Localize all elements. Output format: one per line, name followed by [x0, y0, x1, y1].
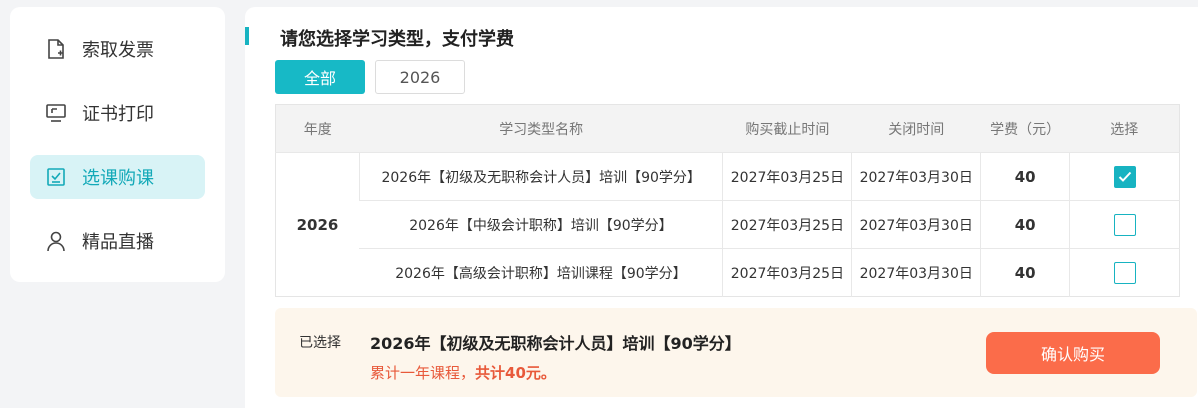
select-cell [1069, 152, 1180, 201]
sidebar-item-certificate-print[interactable]: 证书打印 [30, 91, 205, 135]
header-select: 选择 [1069, 104, 1180, 153]
sidebar-item-label: 证书打印 [82, 104, 154, 125]
deadline-cell: 2027年03月25日 [722, 152, 852, 201]
course-checkbox[interactable] [1113, 165, 1136, 188]
header-year: 年度 [275, 104, 360, 153]
course-name: 2026年【中级会计职称】培训【90学分】 [359, 200, 723, 249]
select-cell [1069, 200, 1180, 249]
header-name: 学习类型名称 [359, 104, 723, 153]
tab-all[interactable]: 全部 [275, 60, 365, 94]
select-cell [1069, 248, 1180, 297]
table-row[interactable]: 2026年【中级会计职称】培训【90学分】 2027年03月25日 2027年0… [276, 200, 1180, 249]
course-name: 2026年【初级及无职称会计人员】培训【90学分】 [358, 152, 723, 201]
sidebar-item-label: 精品直播 [82, 232, 154, 253]
selected-label: 已选择 [299, 335, 341, 351]
sidebar-item-course-select[interactable]: 选课购课 [30, 155, 205, 199]
course-checkbox[interactable] [1113, 213, 1136, 236]
course-select-icon [44, 165, 68, 189]
fee-cell: 40 [980, 200, 1070, 249]
confirm-purchase-button[interactable]: 确认购买 [986, 332, 1160, 374]
total-amount: 共计40元。 [475, 364, 556, 382]
title-accent-bar [245, 27, 249, 45]
filter-tabs: 全部 2026 [275, 60, 465, 94]
header-close: 关闭时间 [851, 104, 981, 153]
fee-cell: 40 [980, 152, 1070, 201]
checkmark-icon [1118, 171, 1131, 182]
header-deadline: 购买截止时间 [722, 104, 852, 153]
course-name: 2026年【高级会计职称】培训课程【90学分】 [359, 248, 723, 297]
close-cell: 2027年03月30日 [851, 248, 981, 297]
user-icon [44, 229, 68, 253]
sidebar-item-live[interactable]: 精品直播 [30, 219, 205, 263]
main-panel: 请您选择学习类型，支付学费 全部 2026 年度 学习类型名称 购买截止时间 关… [245, 7, 1198, 408]
table-row[interactable]: 2026年【高级会计职称】培训课程【90学分】 2027年03月25日 2027… [276, 248, 1180, 297]
total-note-prefix: 累计一年课程， [370, 364, 476, 382]
table-header-row: 年度 学习类型名称 购买截止时间 关闭时间 学费（元） 选择 [275, 104, 1180, 153]
header-fee: 学费（元） [980, 104, 1070, 153]
course-table: 年度 学习类型名称 购买截止时间 关闭时间 学费（元） 选择 2026 2026… [275, 104, 1180, 297]
deadline-cell: 2027年03月25日 [722, 248, 852, 297]
course-checkbox[interactable] [1113, 261, 1136, 284]
certificate-print-icon [44, 101, 68, 125]
sidebar-item-label: 索取发票 [82, 40, 154, 61]
sidebar-item-invoice[interactable]: 索取发票 [30, 27, 205, 71]
total-note: 累计一年课程，共计40元。 [370, 362, 556, 383]
year-cell: 2026 [275, 152, 360, 297]
selected-course-name: 2026年【初级及无职称会计人员】培训【90学分】 [370, 334, 741, 353]
close-cell: 2027年03月30日 [851, 152, 981, 201]
close-cell: 2027年03月30日 [851, 200, 981, 249]
table-row[interactable]: 2026 2026年【初级及无职称会计人员】培训【90学分】 2027年03月2… [275, 152, 1180, 297]
sidebar: 索取发票 证书打印 选课购课 精品直播 [10, 7, 225, 282]
sidebar-item-label: 选课购课 [82, 168, 154, 189]
deadline-cell: 2027年03月25日 [722, 200, 852, 249]
invoice-icon [44, 37, 68, 61]
selection-summary: 已选择 2026年【初级及无职称会计人员】培训【90学分】 累计一年课程，共计4… [275, 308, 1197, 397]
tab-2026[interactable]: 2026 [375, 60, 465, 94]
fee-cell: 40 [980, 248, 1070, 297]
page-title: 请您选择学习类型，支付学费 [280, 29, 514, 50]
